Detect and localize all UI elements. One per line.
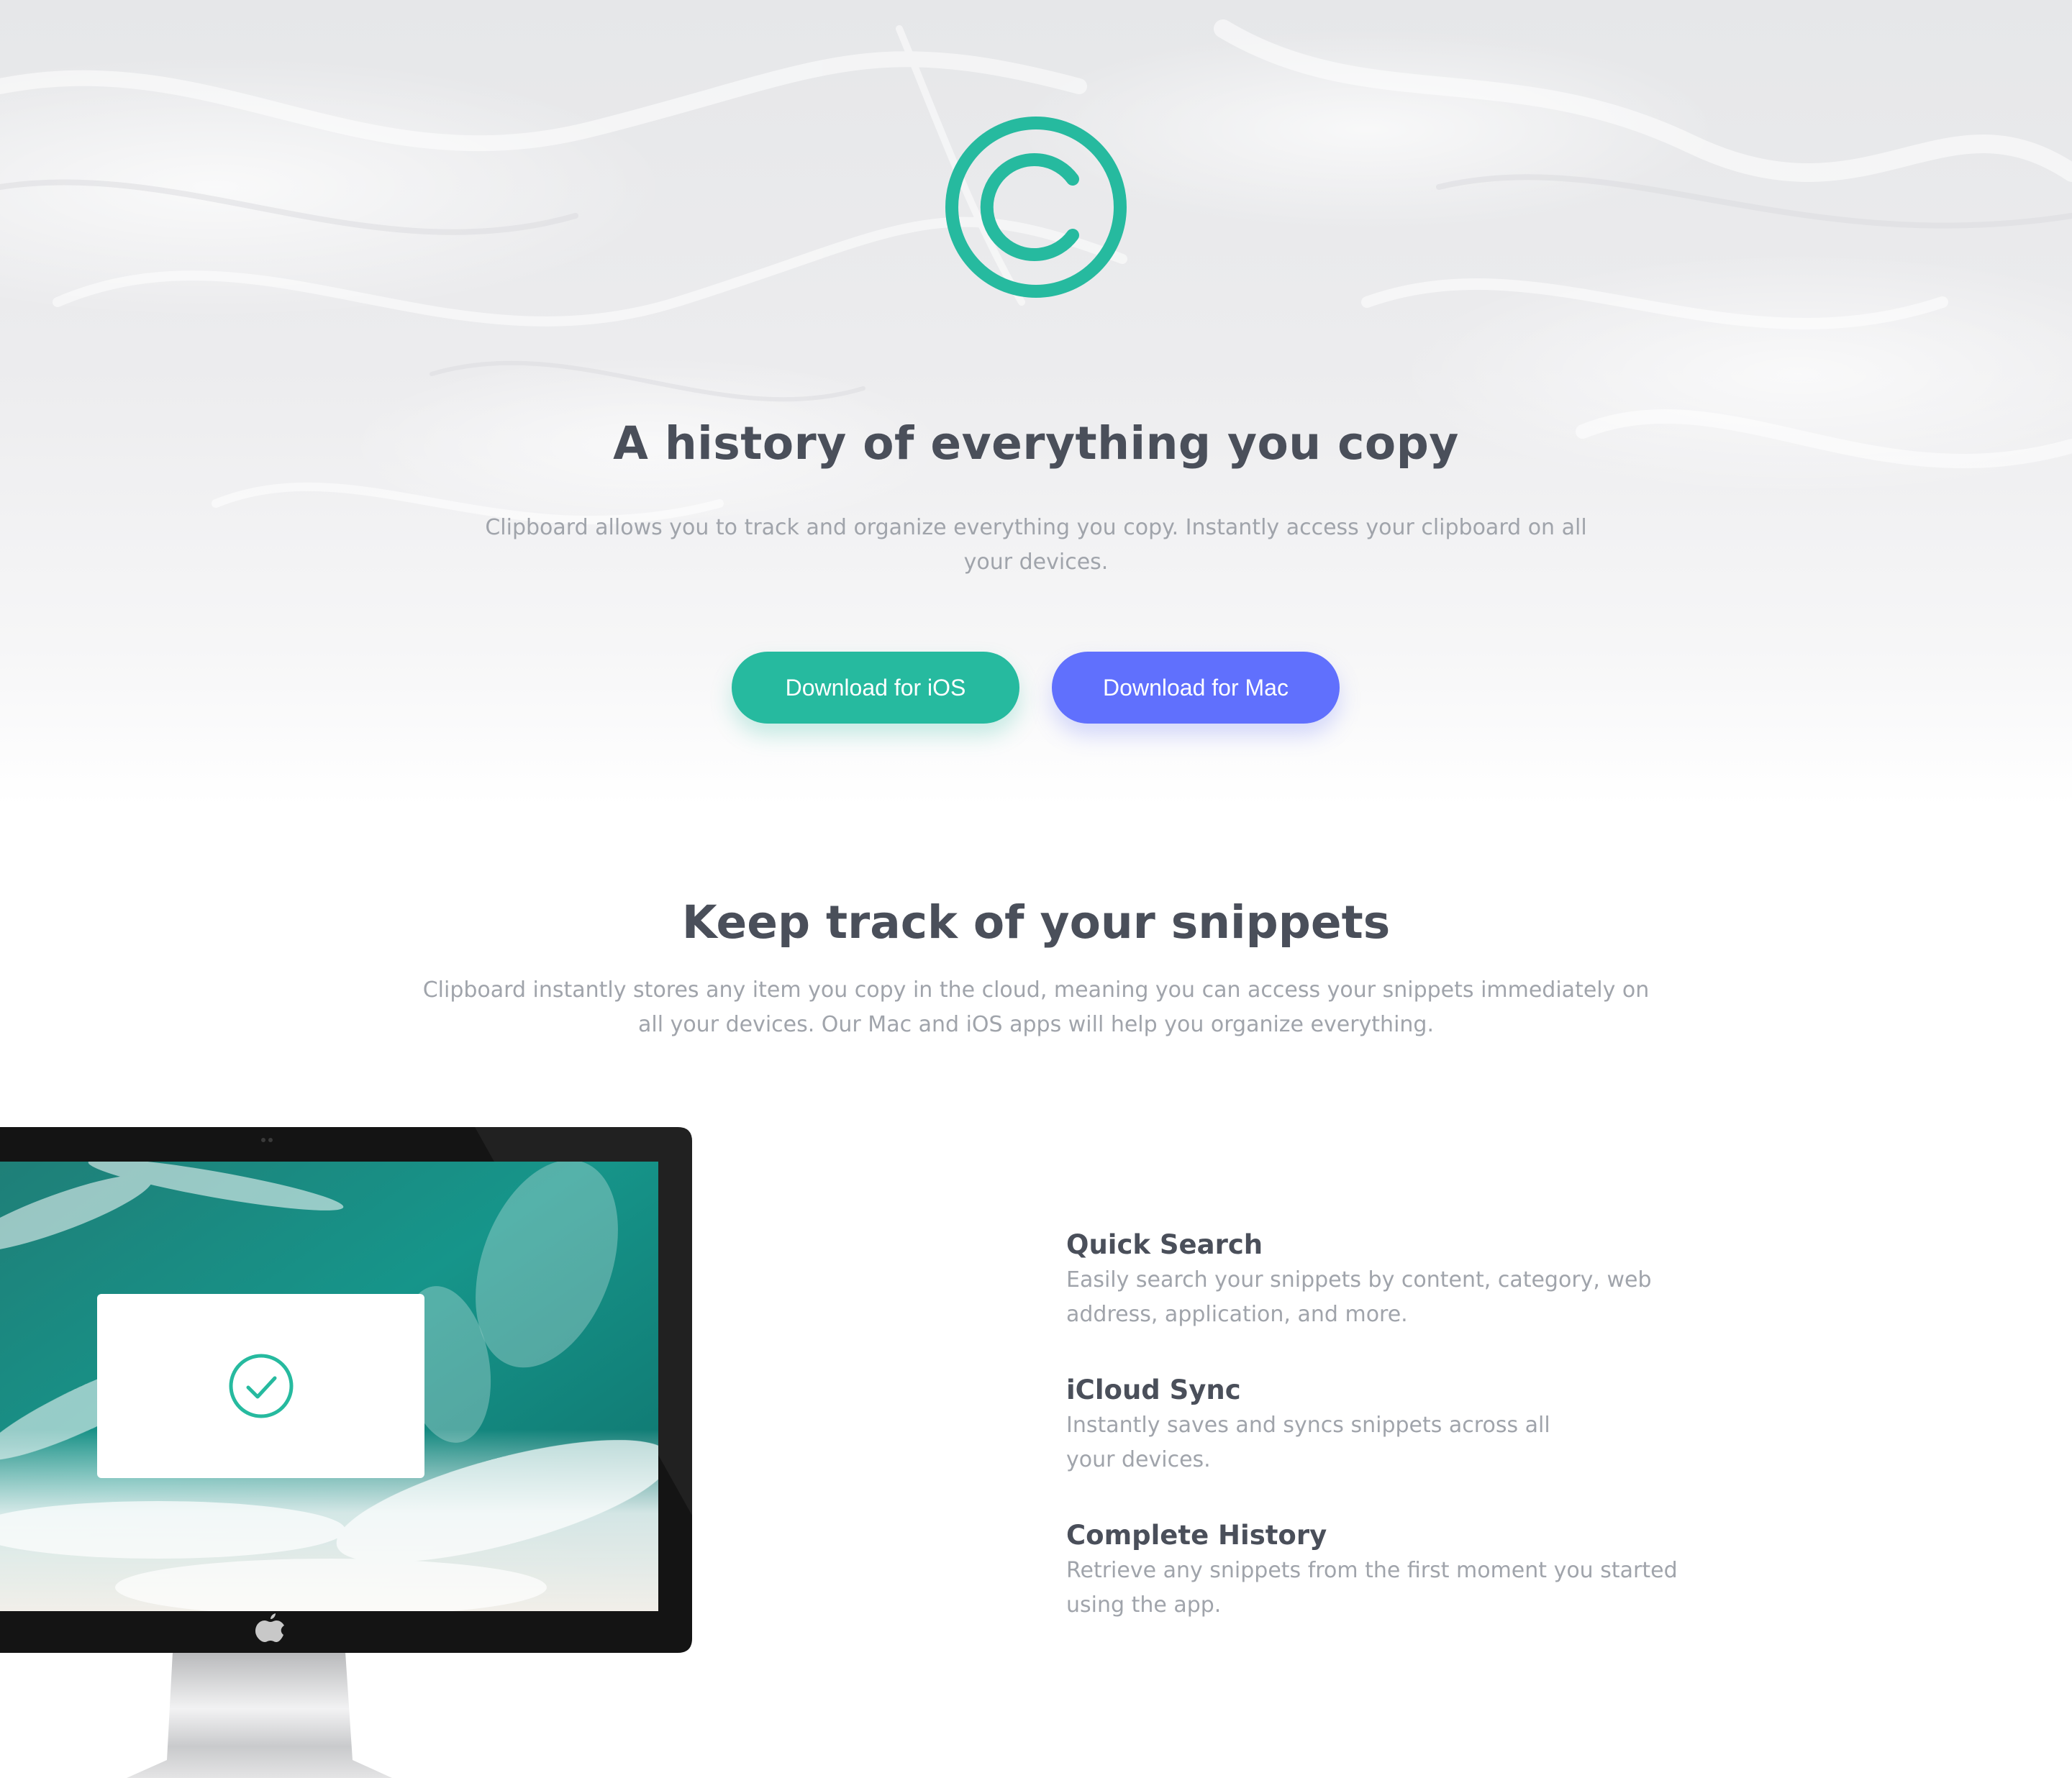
feature-description: Retrieve any snippets from the first mom… — [1066, 1558, 1678, 1618]
feature-title: Quick Search — [1066, 1229, 1263, 1260]
copyright-c-icon — [945, 117, 1127, 298]
feature-complete-history: Complete History Retrieve any snippets f… — [1066, 1518, 1786, 1623]
snippets-description: Clipboard instantly stores any item you … — [422, 977, 1650, 1037]
snippets-title: Keep track of your snippets — [681, 896, 1391, 949]
imac-monitor-icon — [0, 1127, 692, 1778]
feature-title: iCloud Sync — [1066, 1374, 1241, 1405]
download-ios-button[interactable]: Download for iOS — [732, 652, 1019, 724]
feature-quick-search: Quick Search Easily search your snippets… — [1066, 1227, 1786, 1332]
feature-icloud-sync: iCloud Sync Instantly saves and syncs sn… — [1066, 1372, 1786, 1477]
hero-description: Clipboard allows you to track and organi… — [485, 515, 1587, 575]
feature-description: Instantly saves and syncs snippets acros… — [1066, 1413, 1550, 1472]
feature-title: Complete History — [1066, 1520, 1327, 1551]
feature-description: Easily search your snippets by content, … — [1066, 1267, 1652, 1327]
download-mac-button[interactable]: Download for Mac — [1052, 652, 1340, 724]
hero-title: A history of everything you copy — [613, 417, 1459, 470]
